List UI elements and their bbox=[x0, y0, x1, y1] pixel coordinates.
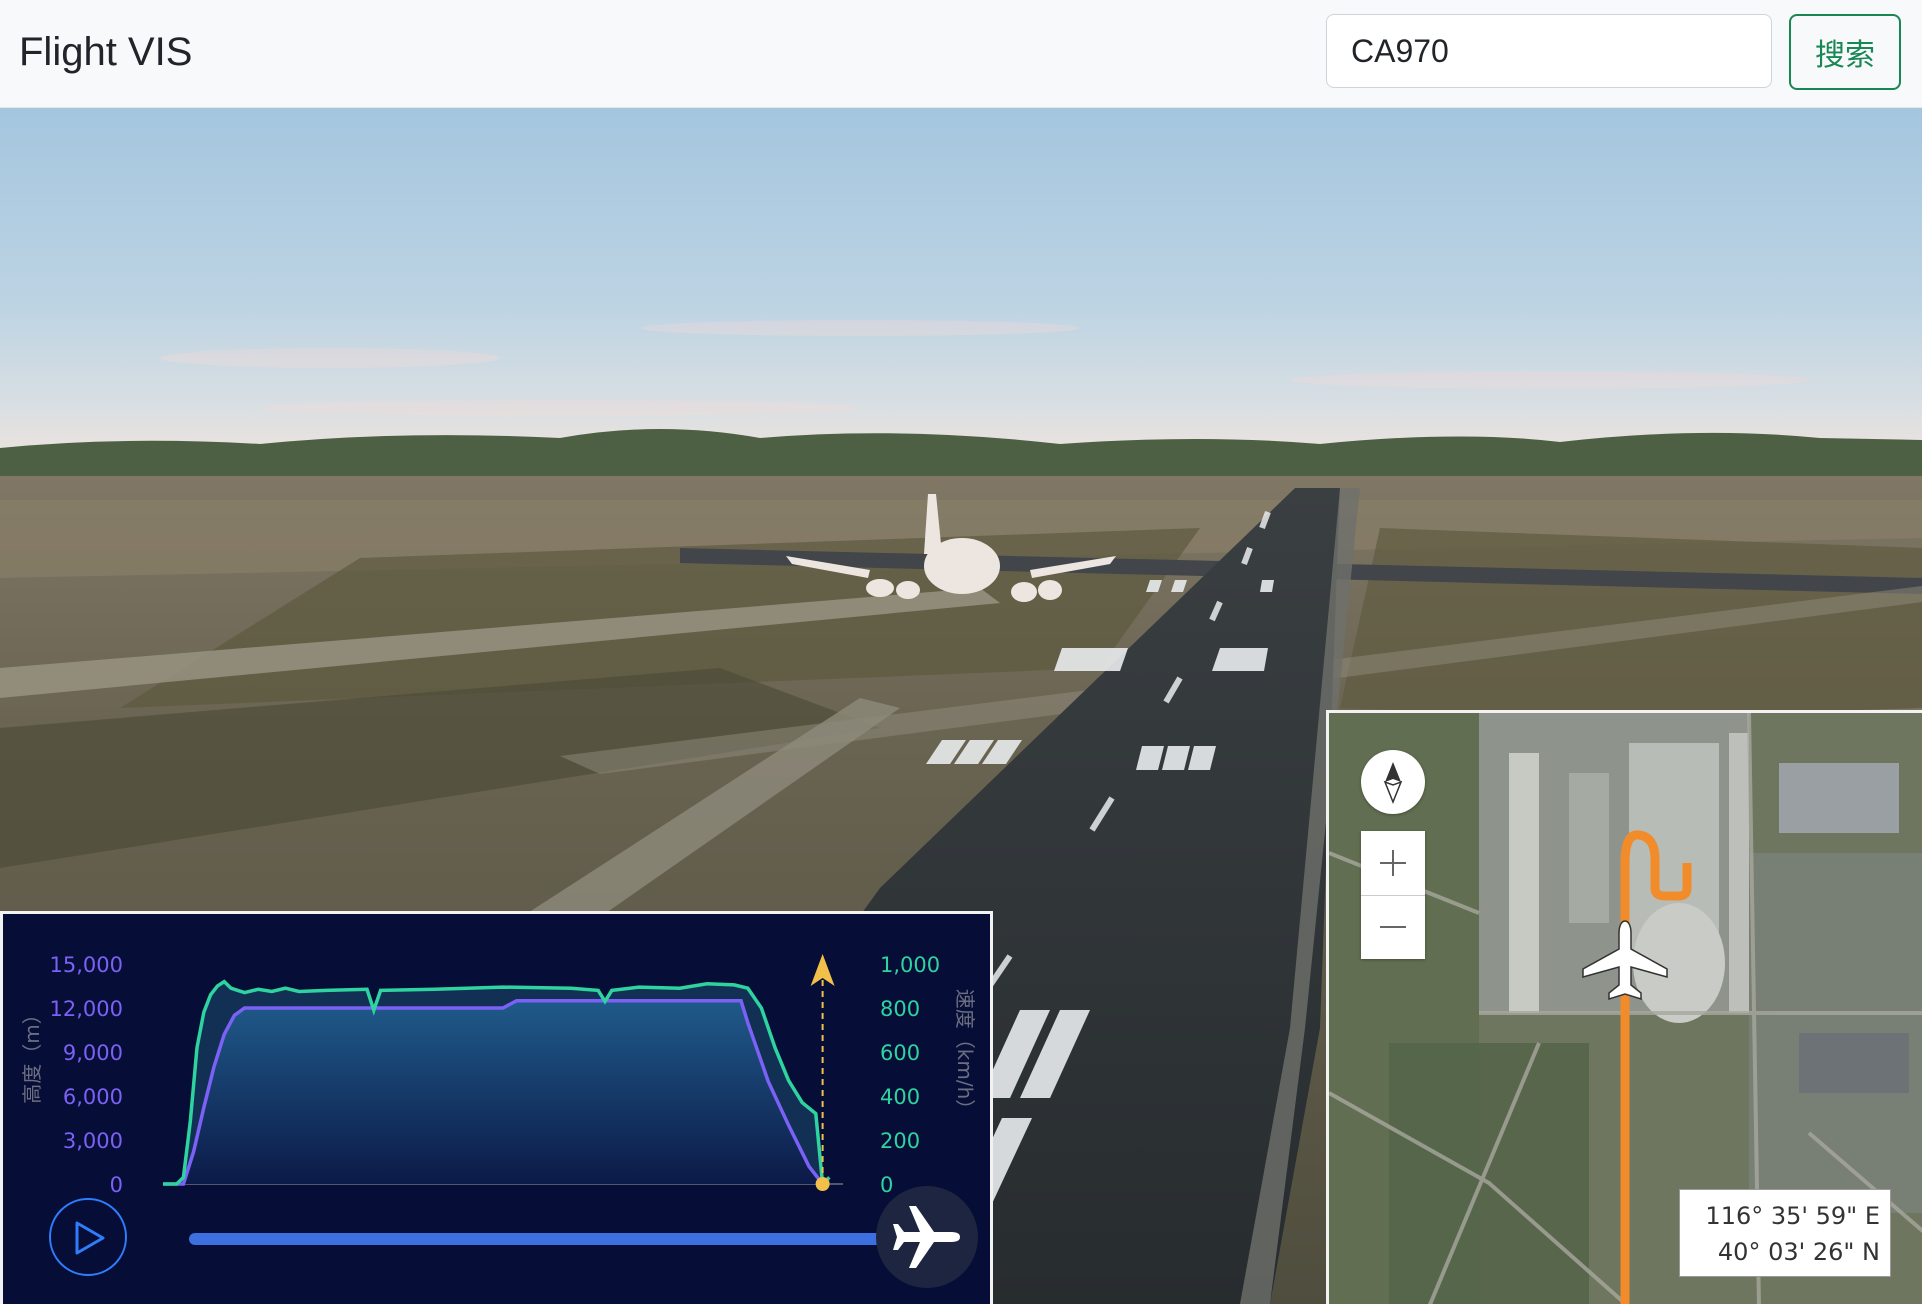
minimap[interactable]: 116° 35' 59" E 40° 03' 26" N bbox=[1326, 710, 1922, 1304]
flight-search-input[interactable] bbox=[1326, 14, 1772, 88]
longitude-text: 116° 35' 59" E bbox=[1705, 1202, 1880, 1230]
latitude-text: 40° 03' 26" N bbox=[1717, 1238, 1880, 1266]
speed-tick-label: 1,000 bbox=[880, 953, 940, 977]
compass-button[interactable] bbox=[1361, 750, 1425, 814]
current-position-marker bbox=[815, 1177, 830, 1191]
playback-progress-bar[interactable] bbox=[189, 1233, 909, 1245]
altitude-tick-label: 15,000 bbox=[50, 953, 123, 977]
speed-tick-label: 400 bbox=[880, 1085, 920, 1109]
plus-icon bbox=[1380, 850, 1406, 876]
speed-tick-label: 800 bbox=[880, 997, 920, 1021]
altitude-tick-label: 12,000 bbox=[50, 997, 123, 1021]
app-title[interactable]: Flight VIS bbox=[19, 28, 192, 76]
zoom-out-button[interactable] bbox=[1361, 895, 1425, 959]
altitude-tick-label: 9,000 bbox=[63, 1041, 123, 1065]
search-button[interactable]: 搜索 bbox=[1789, 14, 1901, 90]
play-icon bbox=[75, 1221, 105, 1255]
speed-tick-label: 200 bbox=[880, 1129, 920, 1153]
zoom-controls bbox=[1361, 831, 1425, 959]
progress-handle[interactable] bbox=[876, 1186, 978, 1288]
zoom-in-button[interactable] bbox=[1361, 831, 1425, 896]
navbar: Flight VIS 搜索 bbox=[0, 0, 1922, 108]
altitude-tick-label: 0 bbox=[110, 1173, 123, 1197]
altitude-speed-chart[interactable]: 0 3,000 6,000 9,000 12,000 15,000 0 200 400 600 8… bbox=[3, 914, 993, 1304]
left-axis-label: 高度（m） bbox=[20, 1004, 44, 1103]
speed-tick-label: 600 bbox=[880, 1041, 920, 1065]
right-axis-label: 速度（km/h） bbox=[953, 989, 977, 1119]
altitude-tick-label: 3,000 bbox=[63, 1129, 123, 1153]
minus-icon bbox=[1380, 926, 1406, 928]
play-button[interactable] bbox=[49, 1198, 127, 1276]
speed-tick-label: 0 bbox=[880, 1173, 893, 1197]
airplane-icon bbox=[893, 1206, 960, 1268]
compass-icon bbox=[1383, 762, 1403, 804]
altitude-tick-label: 6,000 bbox=[63, 1085, 123, 1109]
coordinate-readout: 116° 35' 59" E 40° 03' 26" N bbox=[1679, 1189, 1891, 1277]
flight-profile-panel: 0 3,000 6,000 9,000 12,000 15,000 0 200 400 600 8… bbox=[0, 911, 993, 1304]
altitude-area bbox=[163, 1000, 830, 1184]
